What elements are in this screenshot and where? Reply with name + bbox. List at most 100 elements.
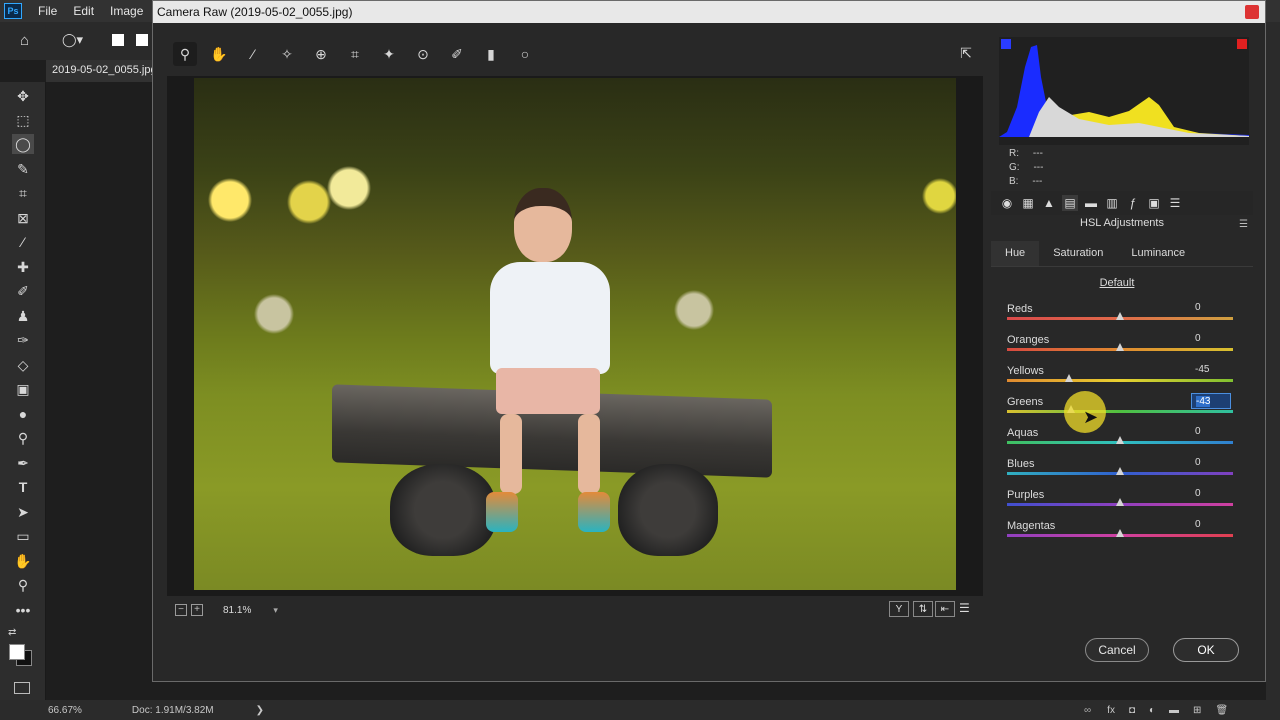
child-head: [514, 188, 572, 262]
hsl-panel-icon[interactable]: ▤: [1062, 195, 1078, 211]
slider-thumb[interactable]: [1116, 529, 1124, 537]
hand-icon[interactable]: ✋: [207, 42, 231, 66]
zoom-tool-icon[interactable]: ⚲: [12, 575, 34, 595]
graduated-filter-icon[interactable]: ▮: [479, 42, 503, 66]
straighten-icon[interactable]: ✦: [377, 42, 401, 66]
marquee-tool-icon[interactable]: ⬚: [12, 110, 34, 130]
slider-thumb[interactable]: [1116, 312, 1124, 320]
link-layers-icon[interactable]: ∞: [1084, 705, 1091, 716]
shape-tool-icon[interactable]: ▭: [12, 526, 34, 546]
presets-icon[interactable]: ☰: [1167, 195, 1183, 211]
radial-filter-icon[interactable]: ○: [513, 42, 537, 66]
slider-row-magentas: Magentas 0: [1007, 517, 1233, 551]
eyedropper-tool-icon[interactable]: ⁄: [12, 232, 34, 252]
before-after-toggle-icon[interactable]: Y: [889, 601, 909, 617]
swap-colors-icon[interactable]: ⇄: [8, 627, 16, 638]
slider-thumb[interactable]: [1116, 467, 1124, 475]
healing-tool-icon[interactable]: ✚: [12, 257, 34, 277]
slider-value-input[interactable]: 0: [1191, 300, 1231, 316]
white-balance-icon[interactable]: ⁄: [241, 42, 265, 66]
lens-corrections-icon[interactable]: ▥: [1104, 195, 1120, 211]
slider-thumb[interactable]: [1116, 498, 1124, 506]
basic-panel-icon[interactable]: ◉: [999, 195, 1015, 211]
history-brush-icon[interactable]: ✑: [12, 330, 34, 350]
frame-tool-icon[interactable]: ⊠: [12, 208, 34, 228]
zoom-dropdown-icon[interactable]: ▾: [273, 605, 278, 616]
image-preview[interactable]: [167, 76, 983, 596]
status-arrow-icon[interactable]: ❯: [256, 705, 264, 716]
quick-select-tool-icon[interactable]: ✎: [12, 159, 34, 179]
menu-edit[interactable]: Edit: [65, 4, 102, 18]
lasso-options-icon[interactable]: ◯▾: [62, 32, 83, 48]
effects-icon[interactable]: ƒ: [1125, 195, 1141, 211]
tab-luminance[interactable]: Luminance: [1117, 241, 1199, 266]
slider-value-input[interactable]: -45: [1191, 362, 1231, 378]
group-folder-icon[interactable]: ▬: [1169, 705, 1179, 716]
hand-tool-icon[interactable]: ✋: [12, 551, 34, 571]
open-preferences-icon[interactable]: ⇱: [955, 43, 977, 63]
fx-icon[interactable]: fx: [1107, 705, 1115, 716]
swap-before-after-icon[interactable]: ⇅: [913, 601, 933, 617]
split-toning-icon[interactable]: ▬: [1083, 195, 1099, 211]
new-layer-icon[interactable]: ⊞: [1193, 705, 1201, 716]
tone-curve-icon[interactable]: ▦: [1020, 195, 1036, 211]
slider-value-input[interactable]: 0: [1191, 424, 1231, 440]
trash-icon[interactable]: 🗑: [1215, 705, 1228, 716]
slider-thumb[interactable]: [1116, 436, 1124, 444]
new-selection-icon[interactable]: [112, 34, 124, 46]
zoom-icon[interactable]: ⚲: [173, 42, 197, 66]
tab-hue[interactable]: Hue: [991, 241, 1040, 266]
more-tools-icon[interactable]: •••: [12, 600, 34, 620]
quick-mask-icon[interactable]: [14, 682, 30, 694]
copy-settings-icon[interactable]: ⇤: [935, 601, 955, 617]
document-tab[interactable]: 2019-05-02_0055.jpg: [46, 60, 152, 82]
eraser-tool-icon[interactable]: ◇: [12, 355, 34, 375]
menu-file[interactable]: File: [30, 4, 65, 18]
default-link[interactable]: Default: [991, 277, 1243, 289]
zoom-in-button[interactable]: +: [191, 604, 203, 616]
preview-preferences-icon[interactable]: ☰: [959, 601, 977, 617]
slider-value-input[interactable]: 0: [1191, 517, 1231, 533]
dialog-close-icon[interactable]: [1245, 5, 1259, 19]
cancel-button[interactable]: Cancel: [1085, 638, 1149, 662]
blur-tool-icon[interactable]: ●: [12, 404, 34, 424]
crop-tool-icon[interactable]: ⌗: [12, 183, 34, 203]
lasso-tool-icon[interactable]: ◯: [12, 134, 34, 154]
color-sampler-icon[interactable]: ✧: [275, 42, 299, 66]
slider-track[interactable]: [1007, 410, 1233, 413]
move-tool-icon[interactable]: ✥: [12, 86, 34, 106]
zoom-out-button[interactable]: −: [175, 604, 187, 616]
gradient-tool-icon[interactable]: ▣: [12, 379, 34, 399]
home-icon[interactable]: ⌂: [20, 32, 29, 49]
adjustment-brush-icon[interactable]: ✐: [445, 42, 469, 66]
slider-row-greens: Greens -43: [1007, 393, 1233, 427]
tab-saturation[interactable]: Saturation: [1039, 241, 1117, 266]
targeted-adjustment-icon[interactable]: ⊕: [309, 42, 333, 66]
menu-image[interactable]: Image: [102, 4, 151, 18]
path-select-icon[interactable]: ➤: [12, 502, 34, 522]
adjustment-layer-icon[interactable]: ◐: [1149, 705, 1155, 716]
dodge-tool-icon[interactable]: ⚲: [12, 428, 34, 448]
zoom-level[interactable]: 81.1%: [223, 605, 251, 616]
slider-value-input[interactable]: -43: [1191, 393, 1231, 409]
stamp-tool-icon[interactable]: ♟: [12, 306, 34, 326]
panel-menu-icon[interactable]: ☰: [1239, 219, 1251, 230]
slider-value-input[interactable]: 0: [1191, 455, 1231, 471]
crop-icon[interactable]: ⌗: [343, 42, 367, 66]
ok-button[interactable]: OK: [1173, 638, 1239, 662]
slider-thumb[interactable]: [1065, 374, 1074, 382]
spot-removal-icon[interactable]: ⊙: [411, 42, 435, 66]
slider-track[interactable]: [1007, 379, 1233, 382]
brush-tool-icon[interactable]: ✐: [12, 281, 34, 301]
foreground-color-swatch[interactable]: [9, 644, 25, 660]
detail-icon[interactable]: ▲: [1041, 195, 1057, 211]
add-selection-icon[interactable]: [136, 34, 148, 46]
slider-row-oranges: Oranges 0: [1007, 331, 1233, 365]
slider-value-input[interactable]: 0: [1191, 331, 1231, 347]
type-tool-icon[interactable]: T: [12, 477, 34, 497]
camera-calibration-icon[interactable]: ▣: [1146, 195, 1162, 211]
slider-value-input[interactable]: 0: [1191, 486, 1231, 502]
pen-tool-icon[interactable]: ✒: [12, 453, 34, 473]
slider-thumb[interactable]: [1116, 343, 1124, 351]
layer-mask-icon[interactable]: ◘: [1129, 705, 1135, 716]
